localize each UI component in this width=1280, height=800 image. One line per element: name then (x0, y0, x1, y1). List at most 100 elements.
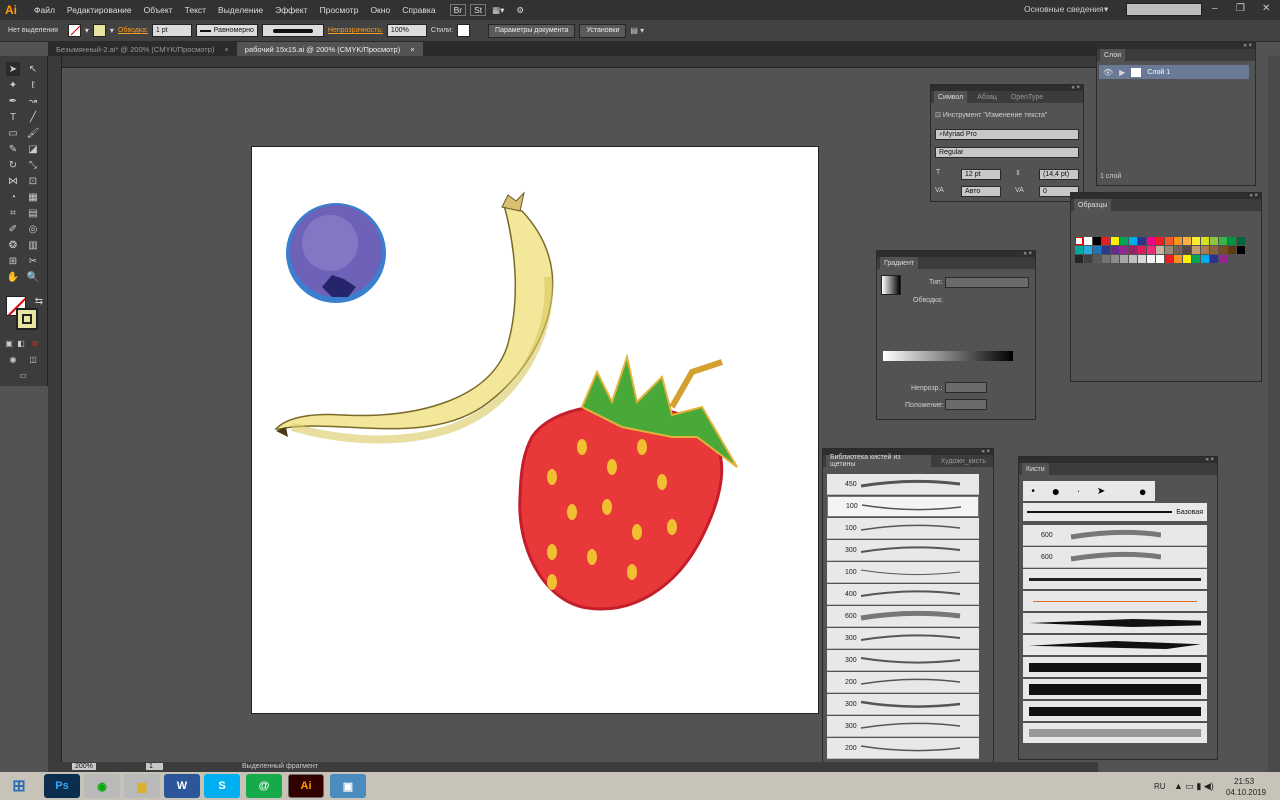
word-taskbar-icon[interactable]: W (164, 774, 200, 798)
free-transform-icon[interactable]: ⊡ (26, 174, 40, 188)
line-tool-icon[interactable]: ╱ (26, 110, 40, 124)
none-mode-icon[interactable]: ⊘ (28, 336, 42, 350)
clock-date[interactable]: 04.10.2019 (1226, 788, 1266, 797)
gradient-mode-icon[interactable]: ◧ (14, 336, 28, 350)
minimize-icon[interactable]: – (1212, 3, 1218, 14)
arrange-docs-icon[interactable]: ▤ ▾ (630, 26, 644, 35)
menu-window[interactable]: Окно (364, 5, 396, 15)
calligraphic-brush-row[interactable]: • ● · ➤ ● (1023, 481, 1155, 501)
style-swatch[interactable] (457, 24, 471, 37)
brush-row[interactable]: 400 (827, 584, 979, 605)
symbol-sprayer-icon[interactable]: ❂ (6, 238, 20, 252)
brush-row[interactable]: 100 (827, 562, 979, 583)
artboard-tool-icon[interactable]: ⊞ (6, 254, 20, 268)
selection-tool-icon[interactable]: ➤ (6, 62, 20, 76)
blend-tool-icon[interactable]: ◎ (26, 222, 40, 236)
type-tool-icon[interactable]: T (6, 110, 20, 124)
expand-chevron-icon[interactable]: ▶ (1119, 68, 1125, 77)
tab-brushes[interactable]: Кисти (1022, 463, 1049, 475)
brush-row[interactable]: 200 (827, 738, 979, 759)
status-tool-text[interactable]: Выделенный фрагмент (242, 763, 318, 770)
eyedropper-icon[interactable]: ✐ (6, 222, 20, 236)
hand-tool-icon[interactable]: ✋ (6, 270, 20, 284)
paintbrush-tool-icon[interactable]: 🖌 (26, 126, 40, 140)
tab-close-icon[interactable]: × (410, 45, 414, 54)
art-brush-gray[interactable] (1023, 723, 1207, 743)
brush-row[interactable]: 300 (827, 716, 979, 737)
document-setup-button[interactable]: Параметры документа (488, 23, 576, 38)
draw-inside-icon[interactable]: ◫ (26, 352, 40, 366)
curvature-tool-icon[interactable]: ↝ (26, 94, 40, 108)
maximize-icon[interactable]: ❐ (1236, 3, 1245, 14)
width-tool-icon[interactable]: ⋈ (6, 174, 20, 188)
gradient-preview[interactable] (881, 275, 901, 295)
photoshop-taskbar-icon[interactable]: Ps (44, 774, 80, 798)
start-button[interactable]: ⊞ (4, 774, 34, 798)
lasso-icon[interactable]: ℓ (26, 78, 40, 92)
gradient-position-field[interactable] (945, 399, 987, 410)
scale-tool-icon[interactable]: ⤡ (26, 158, 40, 172)
stroke-chevron-icon[interactable]: ▾ (110, 26, 114, 35)
tab-gradient[interactable]: Градиент (880, 257, 919, 269)
direct-selection-tool-icon[interactable]: ↖ (26, 62, 40, 76)
art-brush-dry[interactable] (1023, 635, 1207, 655)
art-brush-ink[interactable] (1023, 613, 1207, 633)
art-brush-bristle[interactable] (1023, 657, 1207, 677)
rectangle-tool-icon[interactable]: ▭ (6, 126, 20, 140)
clock-time[interactable]: 21:53 (1234, 777, 1254, 786)
gradient-type-select[interactable] (945, 277, 1029, 288)
artboard[interactable] (251, 146, 819, 714)
menu-file[interactable]: Файл (28, 5, 61, 15)
tab-untitled-2[interactable]: Безымянный-2.ai* @ 200% (CMYK/Просмотр) × (48, 42, 237, 56)
brush-row[interactable]: 300 (827, 650, 979, 671)
menu-help[interactable]: Справка (396, 5, 441, 15)
draw-mode-icon[interactable]: ◉ (6, 352, 20, 366)
search-input[interactable] (1126, 3, 1202, 16)
language-indicator[interactable]: RU (1154, 782, 1166, 791)
perspective-grid-icon[interactable]: ▦ (26, 190, 40, 204)
stock-icon[interactable]: St (470, 4, 487, 16)
preferences-button[interactable]: Установки (579, 23, 627, 38)
font-family-field[interactable]: ⌕ Myriad Pro (935, 129, 1079, 140)
close-icon[interactable]: ✕ (1262, 3, 1270, 14)
workspace-switcher[interactable]: Основные сведения (1024, 4, 1104, 14)
mesh-tool-icon[interactable]: ⌗ (6, 206, 20, 220)
stroke-weight-field[interactable]: 1 pt (151, 24, 192, 37)
tab-bristle-library[interactable]: Библиотека кистей из щетины (826, 454, 931, 468)
brush-definition[interactable] (261, 24, 324, 37)
art-brush-rough[interactable] (1023, 701, 1207, 721)
opacity-field[interactable]: 100% (386, 24, 427, 37)
eraser-tool-icon[interactable]: ◪ (26, 142, 40, 156)
gpu-icon[interactable]: ⚙ (510, 5, 530, 16)
kerning-field[interactable]: Авто (961, 186, 1001, 197)
viewer-taskbar-icon[interactable]: ▣ (330, 774, 366, 798)
tab-artistic-brush[interactable]: Художн_кисть (937, 455, 990, 467)
variable-width-profile[interactable]: Равномерно (195, 24, 258, 37)
stroke-swatch[interactable] (92, 24, 106, 37)
chrome-taskbar-icon[interactable]: ◉ (84, 774, 120, 798)
mail-taskbar-icon[interactable]: @ (246, 774, 282, 798)
stroke-color-box[interactable] (16, 308, 38, 330)
vertical-scrollbar[interactable] (1268, 56, 1280, 772)
illustrator-taskbar-icon[interactable]: Ai (288, 774, 324, 798)
menu-view[interactable]: Просмотр (314, 5, 365, 15)
tab-layers[interactable]: Слои (1100, 49, 1126, 61)
art-brush-arrow[interactable] (1023, 591, 1207, 611)
leading-field[interactable]: (14,4 pt) (1039, 169, 1079, 180)
graph-tool-icon[interactable]: ▥ (26, 238, 40, 252)
shaper-tool-icon[interactable]: ✎ (6, 142, 20, 156)
swap-colors-icon[interactable]: ⇆ (32, 294, 46, 308)
font-style-field[interactable]: Regular (935, 147, 1079, 158)
brush-row[interactable]: 450 (827, 474, 979, 495)
horizontal-ruler[interactable] (62, 56, 1098, 68)
brush-row[interactable]: 600 (827, 606, 979, 627)
tab-close-icon[interactable]: × (224, 45, 228, 54)
zoom-field[interactable]: 200% (72, 763, 96, 770)
arrange-icon[interactable]: ▦▾ (486, 5, 510, 16)
brush-row[interactable]: 100 (827, 496, 979, 517)
stroke-label[interactable]: Обводка: (118, 27, 148, 34)
menu-edit[interactable]: Редактирование (61, 5, 138, 15)
menu-object[interactable]: Объект (138, 5, 179, 15)
rotate-tool-icon[interactable]: ↻ (6, 158, 20, 172)
slice-tool-icon[interactable]: ✂ (26, 254, 40, 268)
